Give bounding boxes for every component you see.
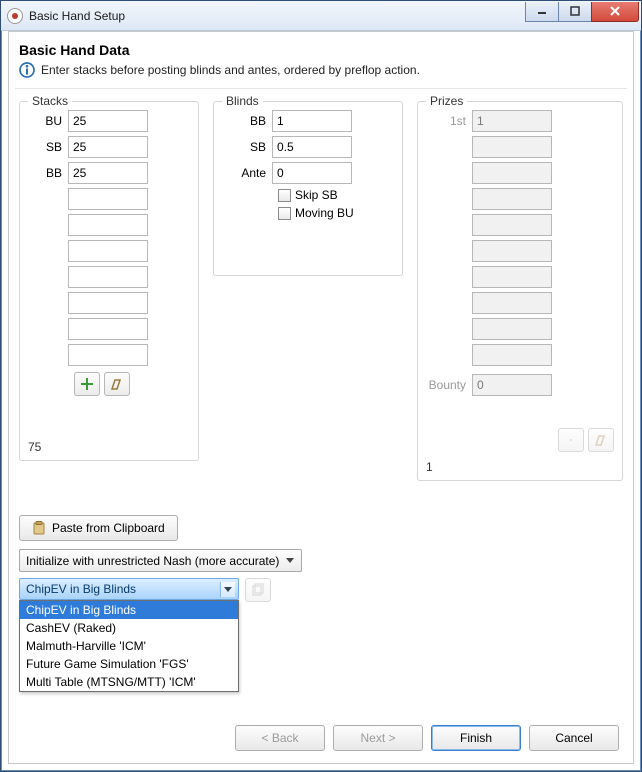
ev-option-mtt-icm[interactable]: Multi Table (MTSNG/MTT) 'ICM' — [20, 673, 238, 691]
stacks-total: 75 — [28, 440, 41, 454]
window-buttons — [526, 2, 639, 22]
blinds-panel: Blinds BB SB Ante Skip SB Moving BU — [213, 101, 403, 276]
prize-input-6 — [472, 240, 552, 262]
window-title: Basic Hand Setup — [29, 9, 526, 23]
cancel-button[interactable]: Cancel — [529, 725, 619, 751]
bottom-controls: Paste from Clipboard Initialize with unr… — [15, 501, 627, 606]
bb-input[interactable] — [272, 110, 352, 132]
stack-label-bb: BB — [28, 166, 68, 180]
prize-input-10 — [472, 344, 552, 366]
stacks-legend: Stacks — [28, 94, 72, 108]
skip-sb-checkbox[interactable] — [278, 189, 291, 202]
stack-input-10[interactable] — [68, 344, 148, 366]
moving-bu-label: Moving BU — [295, 206, 354, 220]
client-area: Basic Hand Data Enter stacks before post… — [8, 31, 634, 764]
prize-clear-button — [588, 428, 614, 452]
stack-input-bu[interactable] — [68, 110, 148, 132]
stack-label-sb: SB — [28, 140, 68, 154]
stack-input-4[interactable] — [68, 188, 148, 210]
prize-1st-input — [472, 110, 552, 132]
page-title: Basic Hand Data — [19, 42, 623, 58]
next-button: Next > — [333, 725, 423, 751]
chevron-down-icon — [220, 582, 235, 597]
sb-label: SB — [222, 140, 272, 154]
info-icon — [19, 62, 35, 78]
titlebar[interactable]: Basic Hand Setup — [1, 1, 641, 31]
prize-1st-label: 1st — [426, 114, 472, 128]
prize-input-7 — [472, 266, 552, 288]
prize-input-9 — [472, 318, 552, 340]
header: Basic Hand Data Enter stacks before post… — [15, 38, 627, 89]
app-icon — [7, 8, 23, 24]
stacks-panel: Stacks BU SB BB 7 — [19, 101, 199, 461]
ev-option-chipev[interactable]: ChipEV in Big Blinds — [20, 601, 238, 619]
prize-tool-1 — [558, 428, 584, 452]
skip-sb-label: Skip SB — [295, 188, 338, 202]
init-nash-select[interactable]: Initialize with unrestricted Nash (more … — [19, 549, 302, 572]
window: Basic Hand Setup Basic Hand Data Enter s… — [0, 0, 642, 772]
stack-input-sb[interactable] — [68, 136, 148, 158]
finish-button[interactable]: Finish — [431, 725, 521, 751]
prize-input-2 — [472, 136, 552, 158]
ev-option-mh-icm[interactable]: Malmuth-Harville 'ICM' — [20, 637, 238, 655]
ev-option-cashev[interactable]: CashEV (Raked) — [20, 619, 238, 637]
wizard-buttons: < Back Next > Finish Cancel — [235, 725, 619, 751]
prize-input-3 — [472, 162, 552, 184]
bb-label: BB — [222, 114, 272, 128]
minimize-button[interactable] — [525, 2, 559, 22]
panels: Stacks BU SB BB 7 — [15, 101, 627, 481]
sb-input[interactable] — [272, 136, 352, 158]
moving-bu-checkbox[interactable] — [278, 207, 291, 220]
paste-clipboard-button[interactable]: Paste from Clipboard — [19, 515, 178, 541]
prizes-total: 1 — [426, 460, 433, 474]
stack-input-bb[interactable] — [68, 162, 148, 184]
ev-option-fgs[interactable]: Future Game Simulation 'FGS' — [20, 655, 238, 673]
chevron-down-icon — [283, 554, 297, 568]
close-button[interactable] — [591, 2, 639, 22]
blinds-legend: Blinds — [222, 94, 263, 108]
stack-input-6[interactable] — [68, 240, 148, 262]
stack-label-bu: BU — [28, 114, 68, 128]
prize-input-5 — [472, 214, 552, 236]
stack-input-8[interactable] — [68, 292, 148, 314]
prizes-panel: Prizes 1st Bounty 1 — [417, 101, 623, 481]
clipboard-icon — [32, 521, 46, 535]
ev-mode-dropdown: ChipEV in Big Blinds CashEV (Raked) Malm… — [19, 600, 239, 692]
add-stack-button[interactable] — [74, 372, 100, 396]
prizes-legend: Prizes — [426, 94, 467, 108]
prize-input-4 — [472, 188, 552, 210]
maximize-button[interactable] — [558, 2, 592, 22]
copy-icon — [251, 583, 265, 597]
ante-input[interactable] — [272, 162, 352, 184]
bounty-label: Bounty — [426, 378, 472, 392]
back-button: < Back — [235, 725, 325, 751]
prize-input-8 — [472, 292, 552, 314]
copy-ev-button — [245, 578, 271, 602]
stack-input-9[interactable] — [68, 318, 148, 340]
stack-input-5[interactable] — [68, 214, 148, 236]
ante-label: Ante — [222, 166, 272, 180]
ev-mode-select[interactable]: ChipEV in Big Blinds ChipEV in Big Blind… — [19, 578, 239, 600]
info-text: Enter stacks before posting blinds and a… — [41, 63, 420, 77]
bounty-input — [472, 374, 552, 396]
stack-input-7[interactable] — [68, 266, 148, 288]
clear-stack-button[interactable] — [104, 372, 130, 396]
